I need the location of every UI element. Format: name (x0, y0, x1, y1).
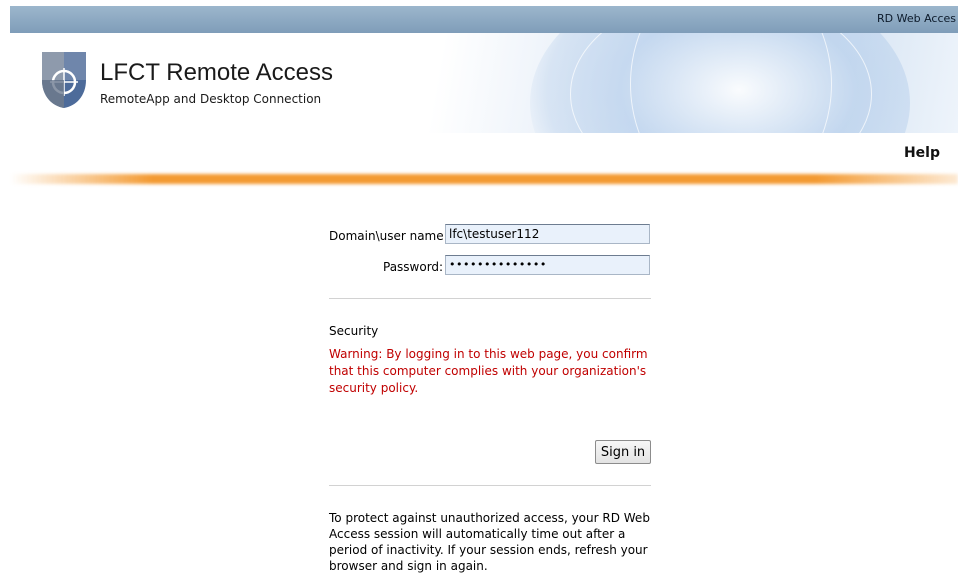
app-title: LFCT Remote Access (100, 59, 333, 86)
globe-meridian (630, 33, 832, 133)
security-warning: Warning: By logging in to this web page,… (329, 347, 648, 395)
password-label: Password: (383, 260, 444, 274)
sign-in-button[interactable]: Sign in (595, 440, 651, 464)
username-label: Domain\user name: (329, 229, 448, 243)
top-banner: RD Web Acces (10, 6, 958, 33)
password-input[interactable]: •••••••••••••• (445, 255, 650, 275)
timeout-notice: To protect against unauthorized access, … (329, 511, 650, 573)
accent-divider (10, 174, 958, 184)
header-banner: LFCT Remote Access RemoteApp and Desktop… (10, 33, 958, 133)
username-input[interactable]: lfc\testuser112 (445, 224, 650, 244)
rd-logo-icon (42, 52, 86, 108)
help-link[interactable]: Help (904, 145, 940, 161)
divider (329, 298, 651, 299)
product-label: RD Web Acces (876, 12, 956, 25)
app-subtitle: RemoteApp and Desktop Connection (100, 92, 322, 106)
security-heading: Security (329, 324, 379, 338)
divider (329, 485, 651, 486)
